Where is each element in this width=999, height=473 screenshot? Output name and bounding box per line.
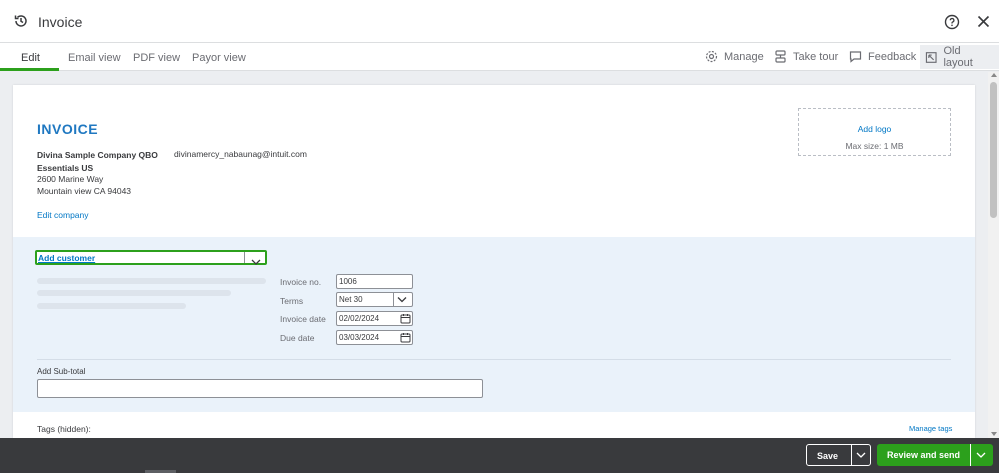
invoice-date-input[interactable]: 02/02/2024 [336, 311, 413, 326]
tags-label: Tags (hidden): [37, 424, 91, 434]
save-label: Save [817, 451, 839, 461]
company-address-line1: 2600 Marine Way [37, 174, 104, 184]
invoice-form: INVOICE Divina Sample Company QBO Essent… [13, 85, 975, 438]
gear-icon [705, 50, 718, 63]
app-header: Invoice [0, 0, 999, 43]
save-button[interactable]: Save [806, 444, 871, 466]
section-divider [37, 359, 951, 360]
history-icon[interactable] [13, 13, 29, 29]
take-tour-button[interactable]: Take tour [774, 50, 838, 63]
terms-select-divider [393, 293, 394, 306]
add-logo-link[interactable]: Add logo [799, 124, 950, 134]
page-title: Invoice [38, 14, 83, 30]
manage-tags-link[interactable]: Manage tags [909, 424, 952, 433]
review-and-send-button[interactable]: Review and send [877, 444, 993, 466]
invoice-heading: INVOICE [37, 121, 99, 137]
tab-pdf-view[interactable]: PDF view [133, 52, 180, 64]
manage-button[interactable]: Manage [705, 50, 764, 63]
due-date-input[interactable]: 03/03/2024 [336, 330, 413, 345]
tab-bar: Edit Email view PDF view Payor view Mana… [0, 43, 999, 71]
logo-size-hint: Max size: 1 MB [845, 141, 904, 151]
loading-placeholder-line [37, 303, 186, 309]
company-address-line2: Mountain view CA 94043 [37, 186, 132, 196]
terms-select[interactable]: Net 30 [336, 292, 413, 307]
subtotal-input[interactable] [37, 379, 483, 398]
scroll-down-arrow[interactable] [991, 432, 997, 436]
add-logo-dropzone[interactable]: Add logo Max size: 1 MB [798, 108, 951, 156]
chevron-down-icon[interactable] [856, 451, 866, 459]
due-date-value: 03/03/2024 [339, 333, 380, 342]
old-layout-icon [925, 51, 937, 63]
tour-icon [775, 50, 786, 63]
loading-placeholder-line [37, 290, 231, 296]
footer-bar: Save Review and send [0, 438, 999, 473]
customer-select-divider [244, 252, 245, 263]
manage-label: Manage [724, 50, 764, 63]
calendar-icon[interactable] [400, 313, 411, 324]
feedback-button[interactable]: Feedback [849, 50, 916, 63]
old-layout-label: Old layout [943, 45, 973, 69]
edit-company-link[interactable]: Edit company [37, 210, 89, 220]
review-and-send-label: Review and send [887, 450, 961, 460]
chevron-down-icon[interactable] [397, 296, 407, 303]
customer-select-placeholder: Add customer [38, 253, 96, 263]
take-tour-label: Take tour [793, 50, 839, 63]
help-icon[interactable] [944, 14, 960, 30]
terms-value: Net 30 [339, 295, 363, 304]
invoice-details-section: Add customer Invoice no. 1006 Terms Net … [13, 237, 975, 412]
invoice-date-value: 02/02/2024 [339, 314, 380, 323]
scroll-up-arrow[interactable] [991, 73, 997, 77]
tab-payor-view[interactable]: Payor view [192, 52, 246, 64]
invoice-no-value: 1006 [339, 277, 357, 286]
company-name: Divina Sample Company QBO Essentials US [37, 150, 158, 173]
save-button-divider [851, 445, 852, 465]
due-date-label: Due date [280, 333, 315, 343]
chevron-down-icon[interactable] [976, 451, 986, 459]
feedback-icon [849, 51, 862, 63]
invoice-no-input[interactable]: 1006 [336, 274, 413, 289]
invoice-no-label: Invoice no. [280, 277, 322, 287]
invoice-date-label: Invoice date [280, 314, 326, 324]
old-layout-button[interactable]: Old layout [920, 45, 999, 69]
chevron-down-icon[interactable] [251, 253, 261, 265]
company-email: divinamercy_nabaunag@intuit.com [174, 149, 307, 159]
tab-email-view[interactable]: Email view [68, 52, 121, 64]
customer-select[interactable]: Add customer [35, 250, 267, 265]
scrollbar-thumb[interactable] [990, 82, 997, 218]
feedback-label: Feedback [868, 50, 917, 63]
subtotal-label: Add Sub-total [37, 367, 86, 376]
tab-edit[interactable]: Edit [21, 52, 40, 64]
active-tab-indicator [0, 68, 59, 71]
terms-label: Terms [280, 296, 304, 306]
calendar-icon[interactable] [400, 332, 411, 343]
review-send-divider [970, 444, 971, 466]
loading-placeholder-line [37, 278, 266, 284]
close-icon[interactable] [977, 15, 990, 28]
